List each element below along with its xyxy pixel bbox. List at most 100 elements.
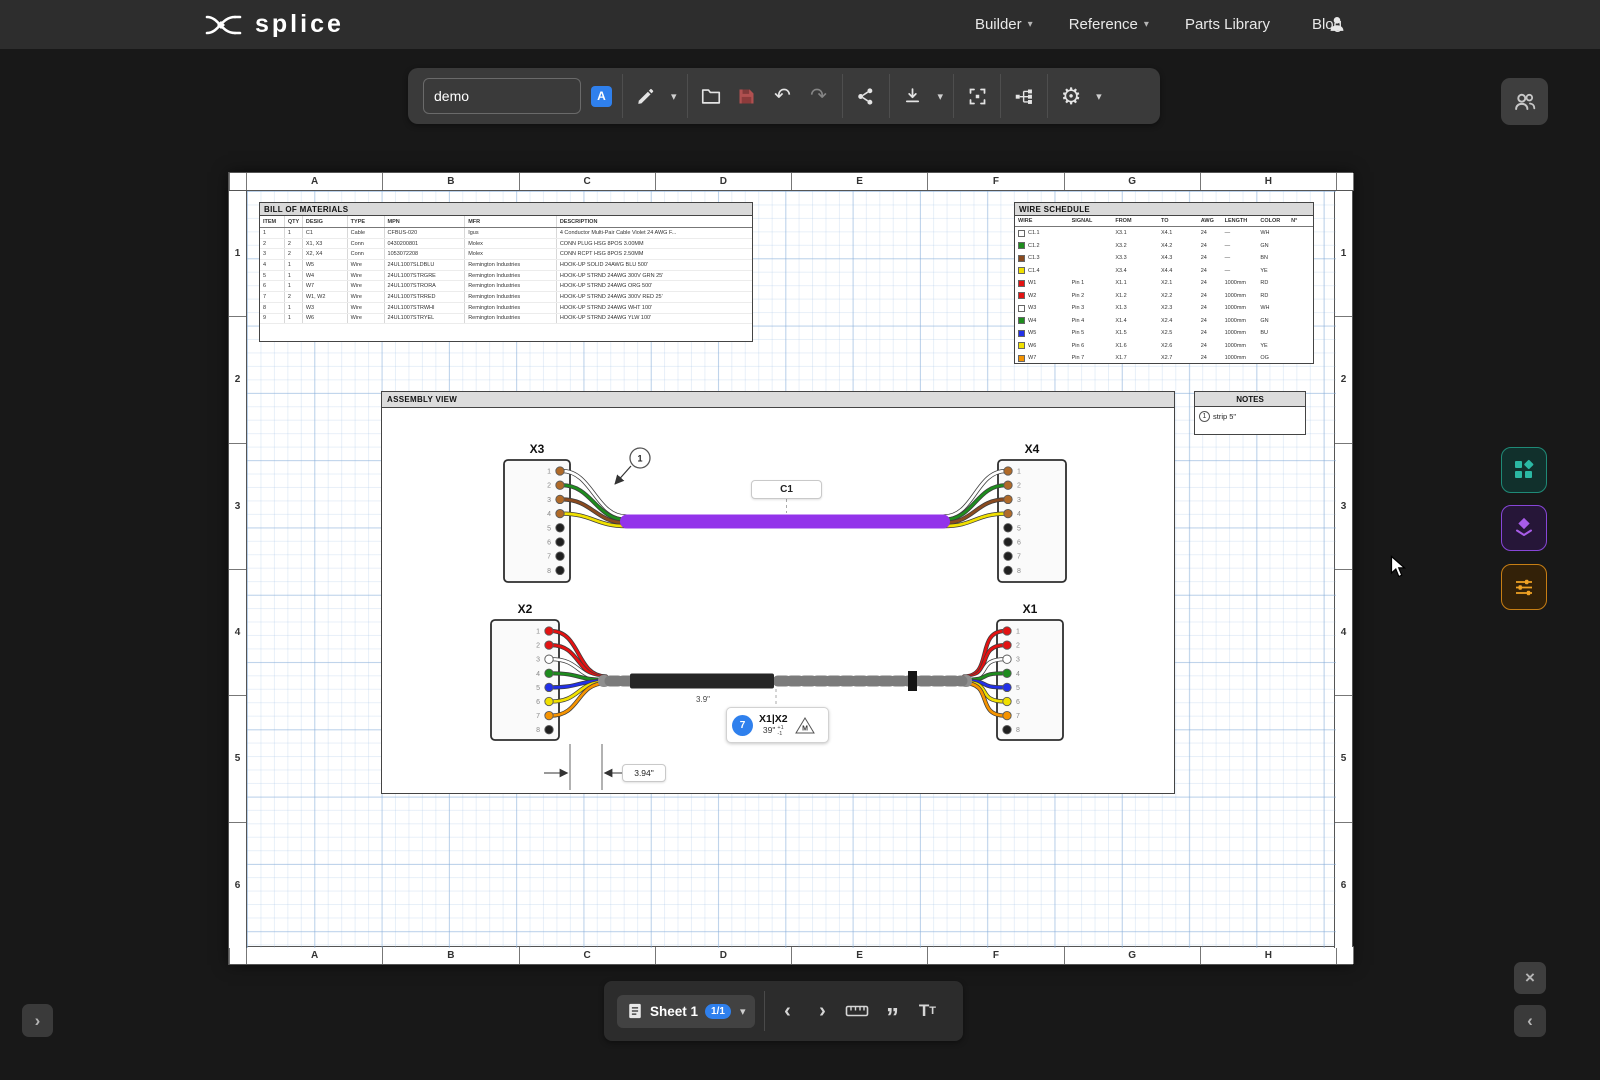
download-button[interactable] bbox=[900, 78, 926, 114]
bom-cell: Wire bbox=[348, 281, 385, 291]
connector-x4[interactable] bbox=[998, 460, 1066, 582]
pin-circle[interactable] bbox=[545, 711, 553, 719]
bom-cell: 24UL1007STRGRE bbox=[385, 271, 466, 281]
pin-circle[interactable] bbox=[556, 467, 564, 475]
share-button[interactable] bbox=[853, 78, 879, 114]
nav-item[interactable]: Reference ▾ bbox=[1069, 16, 1149, 33]
length-callout[interactable]: 7 X1|X2 39" +1 -1 M bbox=[726, 707, 829, 743]
save-button[interactable] bbox=[734, 78, 760, 114]
pin-circle[interactable] bbox=[556, 538, 564, 546]
pin-circle[interactable] bbox=[1004, 524, 1012, 532]
pin-circle[interactable] bbox=[545, 641, 553, 649]
pencil-dropdown-caret[interactable]: ▾ bbox=[671, 90, 677, 103]
pin-circle[interactable] bbox=[556, 524, 564, 532]
pin-number: 2 bbox=[1017, 483, 1021, 490]
pin-circle[interactable] bbox=[1004, 495, 1012, 503]
pin-number: 5 bbox=[536, 685, 540, 692]
bom-cell: Conn bbox=[348, 249, 385, 259]
open-folder-button[interactable] bbox=[698, 78, 724, 114]
strip-dimension-label[interactable]: 3.94" bbox=[622, 764, 666, 782]
layers-panel-button[interactable] bbox=[1501, 505, 1547, 551]
sheet-name: Sheet 1 bbox=[650, 1004, 698, 1019]
pin-circle[interactable] bbox=[1004, 538, 1012, 546]
pin-circle[interactable] bbox=[1004, 552, 1012, 560]
pin-circle[interactable] bbox=[1003, 641, 1011, 649]
nav-item[interactable]: Builder ▾ bbox=[975, 16, 1033, 33]
settings-button[interactable]: ⚙ bbox=[1058, 78, 1084, 114]
pin-circle[interactable] bbox=[1003, 697, 1011, 705]
note-tool-button[interactable]: ” bbox=[879, 994, 905, 1028]
redo-button[interactable]: ↷ bbox=[806, 78, 832, 114]
cable-c1[interactable] bbox=[620, 515, 950, 529]
pin-circle[interactable] bbox=[1003, 627, 1011, 635]
pin-circle[interactable] bbox=[1004, 566, 1012, 574]
fit-view-button[interactable] bbox=[964, 78, 990, 114]
bom-cell: W5 bbox=[303, 260, 348, 270]
pin-circle[interactable] bbox=[545, 627, 553, 635]
pin-circle[interactable] bbox=[556, 481, 564, 489]
ws-to-cell: X2.3 bbox=[1158, 302, 1198, 315]
properties-panel-button[interactable] bbox=[1501, 564, 1547, 610]
ws-awg-cell: 24 bbox=[1198, 227, 1222, 240]
pin-circle[interactable] bbox=[1003, 683, 1011, 691]
pin-circle[interactable] bbox=[1004, 509, 1012, 517]
measure-tool-button[interactable] bbox=[844, 994, 870, 1028]
sheet-corner bbox=[1336, 173, 1354, 190]
text-tool-button[interactable]: TT bbox=[914, 994, 940, 1028]
bom-header-cell: MFR bbox=[465, 216, 557, 227]
cable-label[interactable]: C1 bbox=[751, 480, 822, 499]
pin-circle[interactable] bbox=[1003, 669, 1011, 677]
bom-cell: 24UL1007SLDBLU bbox=[385, 260, 466, 270]
bom-cell: 1053072208 bbox=[385, 249, 466, 259]
sheet-selector-button[interactable]: Sheet 1 1/1 ▾ bbox=[617, 995, 755, 1028]
notes-table[interactable]: NOTES 1 strip 5" bbox=[1194, 391, 1306, 435]
expand-left-panel-button[interactable]: › bbox=[22, 1004, 53, 1037]
assembly-view[interactable]: ASSEMBLY VIEW X3X4X2X1123456781234567812… bbox=[381, 391, 1175, 794]
wire-schedule-table[interactable]: WIRE SCHEDULE WIRE SIGNAL FROM TO AWG LE… bbox=[1014, 202, 1314, 364]
nav-item[interactable]: Parts Library bbox=[1185, 16, 1276, 33]
pin-circle[interactable] bbox=[1003, 726, 1011, 734]
ws-header-cell: SIGNAL bbox=[1069, 216, 1113, 226]
connector-x2[interactable] bbox=[491, 620, 559, 740]
pin-circle[interactable] bbox=[1003, 655, 1011, 663]
connector-x1[interactable] bbox=[997, 620, 1063, 740]
ws-length-cell: 1000mm bbox=[1222, 340, 1258, 353]
pin-number: 4 bbox=[1017, 511, 1021, 518]
autosave-badge[interactable]: A bbox=[591, 86, 612, 107]
settings-dropdown-caret[interactable]: ▾ bbox=[1096, 90, 1102, 103]
connector-x3[interactable] bbox=[504, 460, 570, 582]
pin-circle[interactable] bbox=[545, 697, 553, 705]
previous-sheet-button[interactable]: ‹ bbox=[774, 994, 800, 1028]
pin-circle[interactable] bbox=[545, 726, 553, 734]
ws-length-cell: — bbox=[1222, 240, 1258, 253]
bill-of-materials-table[interactable]: BILL OF MATERIALS ITEMQTYDESIGTYPEMPNMFR… bbox=[259, 202, 753, 342]
next-sheet-button[interactable]: › bbox=[809, 994, 835, 1028]
pin-circle[interactable] bbox=[545, 655, 553, 663]
schematic-layout-button[interactable] bbox=[1011, 78, 1037, 114]
splice-logo[interactable]: splice bbox=[205, 0, 344, 49]
pin-circle[interactable] bbox=[545, 683, 553, 691]
pin-circle[interactable] bbox=[1004, 467, 1012, 475]
pin-circle[interactable] bbox=[545, 669, 553, 677]
pin-circle[interactable] bbox=[556, 509, 564, 517]
drawing-sheet[interactable]: ABCDEFGH ABCDEFGH 123456 123456 BILL OF … bbox=[228, 172, 1353, 965]
pin-circle[interactable] bbox=[556, 552, 564, 560]
callout-number-badge: 7 bbox=[732, 715, 753, 736]
pin-circle[interactable] bbox=[1004, 481, 1012, 489]
download-dropdown-caret[interactable]: ▾ bbox=[938, 90, 944, 103]
components-panel-button[interactable] bbox=[1501, 447, 1547, 493]
pin-circle[interactable] bbox=[556, 566, 564, 574]
sleeve-segment[interactable] bbox=[630, 674, 774, 689]
expand-right-panel-button[interactable]: ‹ bbox=[1514, 1005, 1546, 1037]
close-panel-button[interactable]: × bbox=[1514, 962, 1546, 994]
user-avatar-icon[interactable] bbox=[1326, 13, 1348, 40]
pin-circle[interactable] bbox=[556, 495, 564, 503]
ws-signal-cell: Pin 7 bbox=[1069, 352, 1113, 365]
pin-number: 2 bbox=[1016, 643, 1020, 650]
pin-circle[interactable] bbox=[1003, 711, 1011, 719]
bom-cell: W4 bbox=[303, 271, 348, 281]
undo-button[interactable]: ↶ bbox=[770, 78, 796, 114]
collaborators-button[interactable] bbox=[1501, 78, 1548, 125]
project-name-input[interactable] bbox=[423, 78, 581, 114]
edit-pencil-button[interactable] bbox=[633, 78, 659, 114]
